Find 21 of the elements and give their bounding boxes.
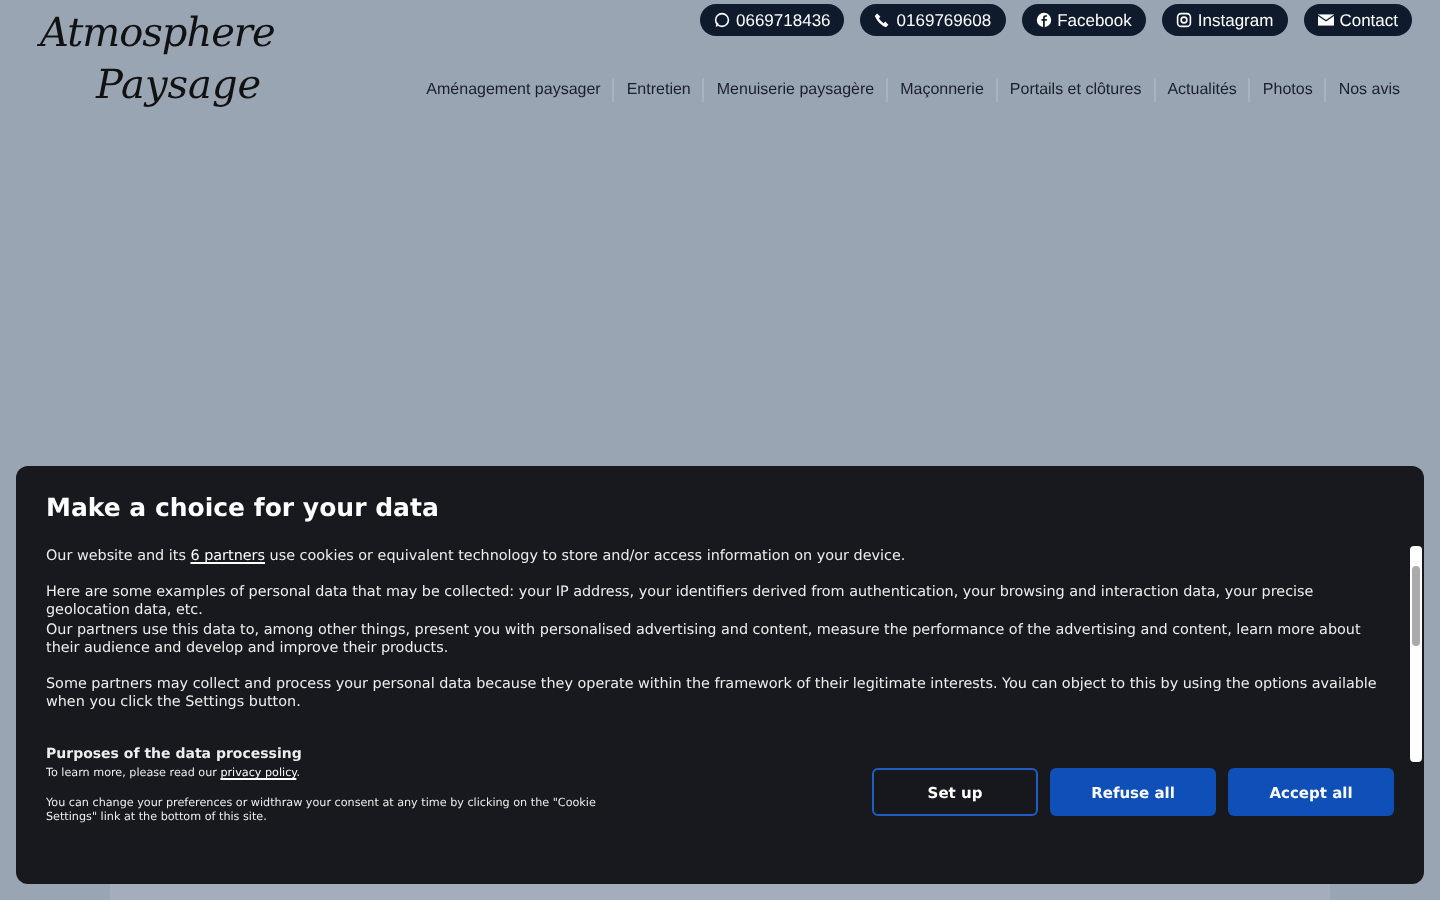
contact-link[interactable]: 0169769608 [860, 4, 1006, 36]
nav-link[interactable]: Menuiserie paysagère [702, 78, 887, 102]
chat-bubble-icon [714, 12, 730, 28]
nav-link[interactable]: Aménagement paysager [414, 78, 613, 102]
nav-link[interactable]: Actualités [1153, 78, 1249, 102]
camera-icon [1175, 12, 1192, 28]
facebook-icon [1035, 12, 1052, 28]
nav-link[interactable]: Nos avis [1324, 78, 1412, 102]
logo[interactable]: Atmosphere Paysage [40, 0, 275, 124]
phone-icon [874, 12, 891, 28]
contact-link[interactable]: Facebook [1021, 4, 1146, 36]
contact-link[interactable]: Instagram [1161, 4, 1288, 36]
envelope-icon [1317, 12, 1334, 28]
contact-link[interactable]: Contact [1303, 4, 1412, 36]
nav-link[interactable]: Photos [1248, 78, 1325, 102]
contact-link[interactable]: 0669718436 [700, 4, 845, 36]
nav-link[interactable]: Entretien [612, 78, 703, 102]
dialog-title: Make a choice for your data [46, 492, 441, 522]
nav-link[interactable]: Maçonnerie [886, 78, 996, 102]
scrollbar[interactable] [1410, 546, 1422, 762]
nav-link[interactable]: Portails et clôtures [995, 78, 1154, 102]
